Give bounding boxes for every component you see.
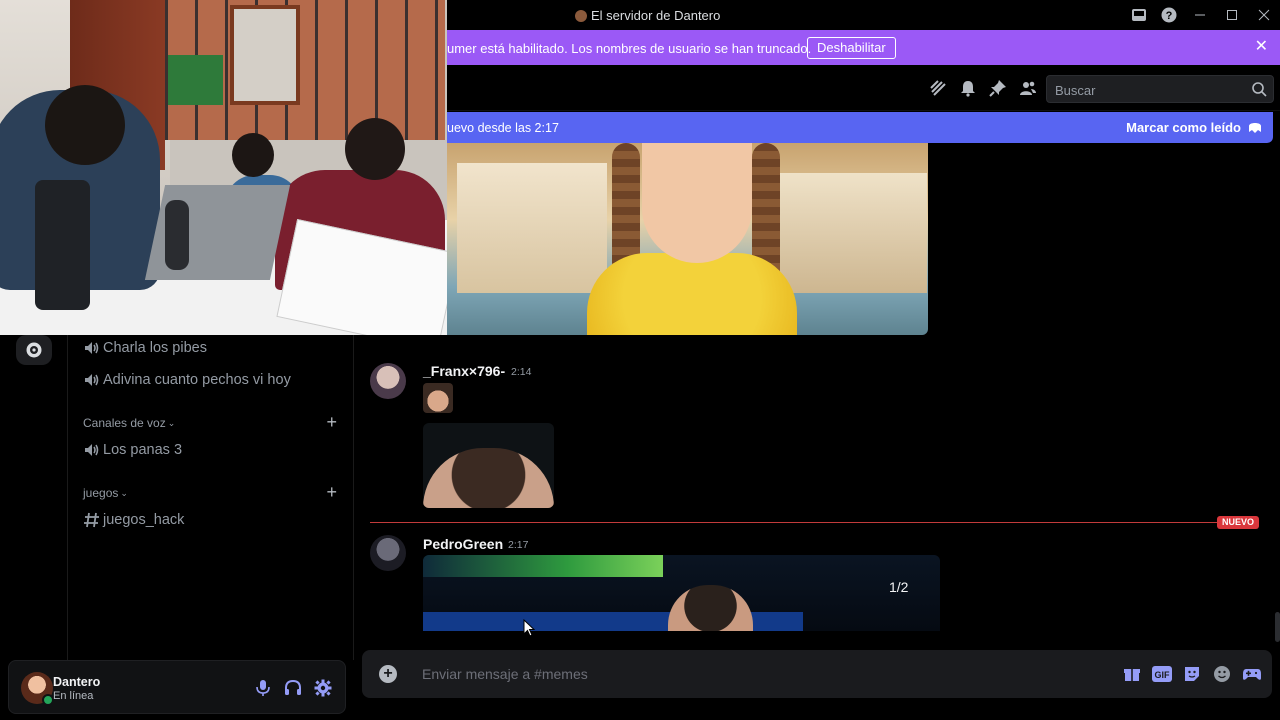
svg-text:GIF: GIF bbox=[1155, 670, 1171, 680]
sticker-image[interactable] bbox=[423, 383, 453, 413]
mark-as-read-button[interactable]: Marcar como leído bbox=[1126, 120, 1241, 135]
channel-list: Charla los pibes Adivina cuanto pechos v… bbox=[69, 335, 354, 660]
explore-servers-button[interactable] bbox=[16, 335, 52, 365]
chevron-down-icon: ⌄ bbox=[120, 487, 128, 498]
category-label: juegos bbox=[83, 486, 119, 500]
image-attachment[interactable] bbox=[423, 423, 554, 508]
bell-icon[interactable] bbox=[958, 78, 978, 98]
search-placeholder: Buscar bbox=[1055, 83, 1096, 98]
username[interactable]: Dantero bbox=[53, 675, 100, 689]
channel-header: Buscar bbox=[354, 65, 1280, 111]
server-logo-icon bbox=[575, 9, 587, 22]
image-banner-green bbox=[423, 555, 663, 577]
image-building-left bbox=[457, 163, 607, 293]
chevron-down-icon: ⌄ bbox=[167, 417, 176, 428]
channel-name: juegos_hack bbox=[103, 512, 185, 528]
gamepad-icon[interactable] bbox=[1241, 663, 1263, 685]
speaker-icon bbox=[85, 342, 99, 354]
sticker-icon[interactable] bbox=[1181, 663, 1203, 685]
compass-icon bbox=[26, 342, 42, 358]
gallery-counter: 1/2 bbox=[889, 579, 909, 595]
webcam-person-left-head bbox=[45, 85, 125, 165]
svg-text:?: ? bbox=[1166, 10, 1173, 22]
banner-text: umer está habilitado. Los nombres de usu… bbox=[447, 41, 812, 56]
mark-read-icon bbox=[1247, 120, 1263, 141]
channel-name: Charla los pibes bbox=[103, 340, 207, 356]
embedded-image[interactable] bbox=[447, 143, 928, 335]
avatar[interactable] bbox=[370, 535, 406, 571]
message-author[interactable]: PedroGreen bbox=[423, 536, 503, 552]
hashtag-icon bbox=[84, 512, 99, 528]
user-panel: Dantero En línea bbox=[8, 660, 346, 714]
new-badge: NUEVO bbox=[1217, 516, 1260, 529]
speaker-icon bbox=[85, 444, 99, 456]
image-gallery-attachment[interactable]: 1/2 bbox=[423, 555, 940, 631]
composer-placeholder: Enviar mensaje a #memes bbox=[422, 666, 588, 682]
message-author[interactable]: _Franx×796- bbox=[423, 363, 505, 379]
window-title: El servidor de Dantero bbox=[575, 8, 720, 23]
image-building-right bbox=[777, 173, 927, 293]
pin-icon[interactable] bbox=[988, 78, 1008, 98]
avatar[interactable] bbox=[370, 363, 406, 399]
user-status: En línea bbox=[53, 690, 94, 702]
channel-item[interactable]: juegos_hack bbox=[83, 511, 184, 529]
channel-item[interactable]: Charla los pibes bbox=[83, 339, 207, 357]
webcam-person-right-head bbox=[345, 118, 405, 180]
add-channel-icon[interactable]: + bbox=[326, 483, 337, 501]
category-juegos[interactable]: juegos ⌄ bbox=[83, 486, 128, 500]
close-window-icon[interactable] bbox=[1248, 0, 1280, 30]
mouse-cursor-icon bbox=[523, 619, 535, 637]
gift-icon[interactable] bbox=[1121, 663, 1143, 685]
image-head bbox=[423, 448, 554, 508]
channel-item[interactable]: Adivina cuanto pechos vi hoy bbox=[83, 371, 291, 389]
members-icon[interactable] bbox=[1018, 78, 1038, 98]
minimize-icon[interactable] bbox=[1184, 0, 1216, 30]
message-timestamp: 2:17 bbox=[508, 539, 529, 551]
help-icon[interactable]: ? bbox=[1154, 0, 1184, 30]
disable-streamer-button[interactable]: Deshabilitar bbox=[807, 37, 896, 59]
image-dress bbox=[587, 253, 797, 335]
add-channel-icon[interactable]: + bbox=[326, 413, 337, 431]
threads-icon[interactable] bbox=[928, 78, 948, 98]
add-attachment-button[interactable]: + bbox=[379, 665, 397, 683]
channel-name: Los panas 3 bbox=[103, 442, 183, 458]
new-messages-bar[interactable]: uevo desde las 2:17 Marcar como leído bbox=[440, 112, 1273, 143]
close-banner-icon[interactable]: ✕ bbox=[1255, 39, 1268, 55]
message-timestamp: 2:14 bbox=[511, 366, 532, 378]
channel-item[interactable]: Los panas 3 bbox=[83, 441, 182, 459]
image-face bbox=[642, 143, 752, 263]
microphone-icon[interactable] bbox=[251, 676, 275, 700]
webcam-curtain bbox=[168, 55, 223, 105]
maximize-icon[interactable] bbox=[1216, 0, 1248, 30]
gif-icon[interactable]: GIF bbox=[1151, 663, 1173, 685]
channel-name: Adivina cuanto pechos vi hoy bbox=[103, 372, 291, 388]
category-label: Canales de voz bbox=[83, 416, 166, 430]
window-title-text: El servidor de Dantero bbox=[591, 8, 721, 23]
new-messages-text: uevo desde las 2:17 bbox=[447, 121, 559, 135]
speaker-icon bbox=[85, 374, 99, 386]
search-input[interactable]: Buscar bbox=[1046, 75, 1274, 103]
gear-icon[interactable] bbox=[311, 676, 335, 700]
message-composer[interactable]: + Enviar mensaje a #memes GIF bbox=[362, 650, 1272, 698]
webcam-thermos bbox=[35, 180, 90, 310]
search-icon bbox=[1251, 81, 1267, 102]
new-messages-divider bbox=[370, 522, 1218, 523]
webcam-window-glass bbox=[230, 5, 300, 105]
inbox-icon[interactable] bbox=[1124, 0, 1154, 30]
webcam-person-middle-head bbox=[232, 133, 274, 177]
emoji-icon[interactable] bbox=[1211, 663, 1233, 685]
category-voice-channels[interactable]: Canales de voz ⌄ bbox=[83, 416, 175, 430]
webcam-microphone bbox=[165, 200, 189, 270]
messages-scrollbar[interactable] bbox=[1275, 612, 1280, 642]
server-rail bbox=[0, 335, 68, 660]
webcam-overlay bbox=[0, 0, 447, 335]
headphones-icon[interactable] bbox=[281, 676, 305, 700]
image-person bbox=[668, 585, 753, 631]
